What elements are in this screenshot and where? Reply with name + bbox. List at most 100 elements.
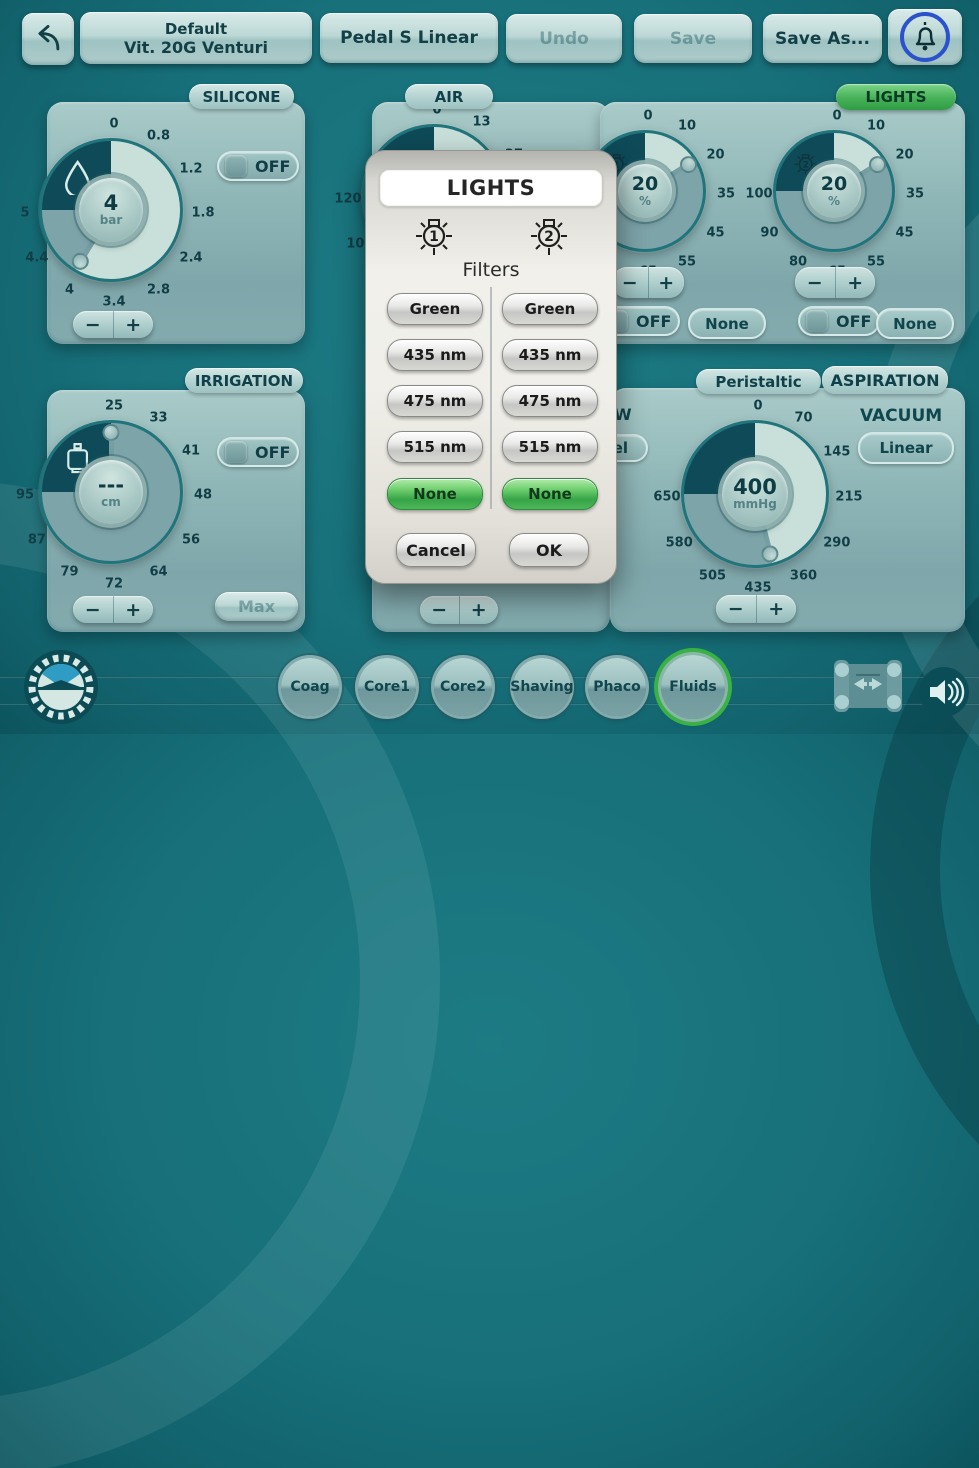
light2-filter-button[interactable]: None [876, 308, 954, 339]
irrigation-dial[interactable]: 25334148566472798795---cm [39, 420, 183, 564]
silicone-plus-button[interactable]: + [114, 311, 154, 338]
tab-aspiration[interactable]: ASPIRATION [822, 366, 948, 394]
aspiration-mode-button[interactable]: Peristaltic [696, 369, 821, 394]
tab-core2-label: Core2 [440, 679, 486, 695]
dial-tick-label: 0 [643, 109, 652, 124]
dial-tick-label: 79 [60, 565, 78, 580]
light2-toggle[interactable]: OFF [798, 306, 880, 336]
dialog-column-divider [490, 287, 492, 509]
pedal-mode-button[interactable]: Pedal S Linear [320, 13, 498, 63]
dial-unit: bar [100, 214, 123, 227]
dial-tick-label: 48 [194, 488, 212, 503]
tab-irrigation[interactable]: IRRIGATION [185, 368, 303, 393]
dial-tick-label: 41 [182, 443, 200, 458]
svg-text:2: 2 [544, 229, 554, 245]
filter1-515nm-button[interactable]: 515 nm [387, 431, 483, 463]
vacuum-mode-button[interactable]: Linear [858, 432, 954, 464]
light1-minus-button[interactable]: − [612, 267, 649, 298]
tab-aspiration-label: ASPIRATION [831, 371, 940, 390]
brand-logo [22, 648, 100, 726]
toggle-knob [225, 155, 247, 177]
speaker-icon[interactable] [918, 666, 970, 718]
ok-button[interactable]: OK [509, 533, 589, 567]
irrigation-toggle[interactable]: OFF [217, 437, 299, 467]
aspiration-plus-button[interactable]: + [757, 595, 797, 623]
tab-lights-label: LIGHTS [865, 88, 926, 106]
irrigation-minus-button[interactable]: − [73, 596, 114, 623]
dial-tick-label: 4.4 [25, 250, 48, 265]
dial-tick-label: 0 [109, 117, 118, 132]
dial-tick-label: 1.2 [180, 161, 203, 176]
filter2-515nm-button[interactable]: 515 nm [502, 431, 598, 463]
aspiration-minus-button[interactable]: − [716, 595, 757, 623]
preset-button[interactable]: Default Vit. 20G Venturi [80, 12, 312, 64]
light2-plus-button[interactable]: + [836, 267, 876, 298]
dial-needle-ball[interactable] [103, 424, 120, 441]
save-as-button[interactable]: Save As... [763, 14, 882, 63]
filter1-435nm-button[interactable]: 435 nm [387, 339, 483, 371]
cancel-button[interactable]: Cancel [396, 533, 476, 567]
filter2-475nm-button[interactable]: 475 nm [502, 385, 598, 417]
dial-needle-ball[interactable] [760, 543, 781, 564]
back-button[interactable] [22, 13, 74, 65]
middle-lower-plus-button[interactable]: + [460, 596, 499, 624]
silicone-minus-button[interactable]: − [73, 311, 114, 338]
dial-value-knob[interactable]: 20% [807, 164, 862, 219]
dial-value: 400 [733, 476, 777, 498]
dial-tick-label: 2.4 [180, 250, 203, 265]
dial-tick-label: 3.4 [102, 295, 125, 310]
filter2-green-button[interactable]: Green [502, 293, 598, 325]
tab-core1[interactable]: Core1 [358, 658, 416, 716]
light1-plus-button[interactable]: + [649, 267, 685, 298]
tab-phaco[interactable]: Phaco [588, 658, 646, 716]
filter1-green-button[interactable]: Green [387, 293, 483, 325]
dial-value: 4 [104, 192, 119, 214]
tab-irrigation-label: IRRIGATION [195, 372, 293, 390]
preset-mode: Vit. 20G Venturi [124, 38, 268, 57]
dial-tick-label: 10 [867, 119, 885, 134]
dialog-title: LIGHTS [379, 169, 603, 207]
filter2-none-button[interactable]: None [502, 478, 598, 510]
bell-icon [896, 11, 954, 63]
dial-needle-ball[interactable] [69, 250, 92, 273]
dial-tick-label: 95 [16, 488, 34, 503]
tab-core2[interactable]: Core2 [434, 658, 492, 716]
irrigation-plus-button[interactable]: + [114, 596, 154, 623]
filter1-none-button[interactable]: None [387, 478, 483, 510]
tab-coag[interactable]: Coag [281, 658, 339, 716]
light1-filter-button[interactable]: None [688, 308, 766, 339]
vacuum-mode-label: Linear [879, 439, 932, 457]
tab-silicone[interactable]: SILICONE [189, 84, 294, 109]
filter1-475nm-button[interactable]: 475 nm [387, 385, 483, 417]
silicone-toggle[interactable]: OFF [217, 151, 299, 181]
footpedal-icon[interactable] [828, 656, 908, 716]
dial-unit: % [639, 195, 651, 208]
dial-value: 20 [821, 173, 847, 195]
dial-value-knob[interactable]: 20% [618, 164, 673, 219]
light2-dial[interactable]: 2 0102035455565809010020% [773, 130, 895, 252]
light1-toggle-label: OFF [636, 312, 671, 331]
svg-text:2: 2 [803, 160, 809, 170]
aspiration-dial[interactable]: 070145215290360435505580650400mmHg [681, 420, 829, 568]
filter2-435nm-button[interactable]: 435 nm [502, 339, 598, 371]
tab-air[interactable]: AIR [405, 84, 493, 109]
vacuum-label: VACUUM [860, 406, 942, 426]
light2-toggle-label: OFF [836, 312, 871, 331]
tab-lights[interactable]: LIGHTS [836, 84, 956, 110]
dial-value-knob[interactable]: 4bar [79, 178, 144, 243]
dial-value-knob[interactable]: ---cm [79, 460, 144, 525]
irrigation-max-button[interactable]: Max [215, 592, 298, 621]
dial-tick-label: 290 [823, 535, 850, 550]
dial-value-knob[interactable]: 400mmHg [722, 461, 789, 528]
dial-tick-label: 4 [65, 283, 74, 298]
tab-shaving[interactable]: Shaving [513, 658, 571, 716]
light2-minus-button[interactable]: − [795, 267, 836, 298]
alarm-button[interactable] [888, 9, 962, 65]
silicone-dial[interactable]: 00.81.21.82.42.83.444.454bar [39, 138, 183, 282]
middle-lower-minus-button[interactable]: − [420, 596, 460, 624]
tab-fluids-label: Fluids [669, 679, 716, 695]
tab-fluids[interactable]: Fluids [661, 655, 725, 719]
filters-label: Filters [366, 259, 616, 281]
save-button[interactable]: Save [634, 14, 752, 63]
undo-button[interactable]: Undo [506, 14, 622, 63]
